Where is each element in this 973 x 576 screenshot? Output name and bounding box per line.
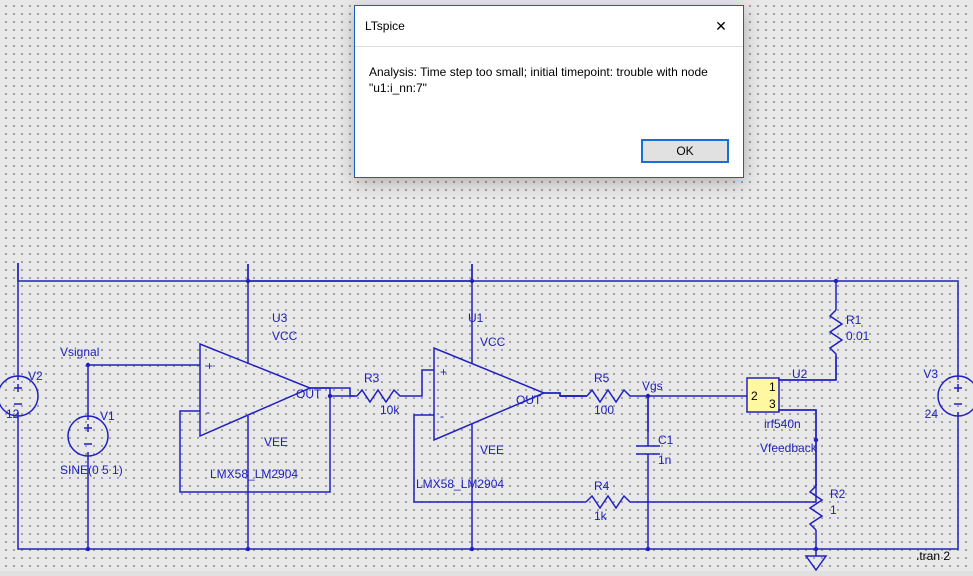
U1-out: OUT (516, 393, 542, 407)
R3-name: R3 (364, 371, 380, 385)
component-V1[interactable]: V1 SINE(0 5 1) (60, 409, 123, 477)
C1-name: C1 (658, 433, 674, 447)
C1-value: 1n (658, 453, 671, 467)
U3-vee: VEE (264, 435, 288, 449)
svg-text:+: + (206, 359, 213, 373)
R2-value: 1 (830, 503, 837, 517)
U2-name: U2 (792, 367, 808, 381)
V1-name: V1 (100, 409, 115, 423)
V2-name: V2 (28, 369, 43, 383)
U2-pin2: 2 (751, 389, 758, 403)
component-U3[interactable]: + - U3 VCC OUT VEE LMX58_LM2904 (200, 264, 322, 481)
netlabel-Vsignal[interactable]: Vsignal (60, 345, 99, 359)
V1-value: SINE(0 5 1) (60, 463, 123, 477)
dialog-titlebar[interactable]: LTspice ✕ (355, 6, 743, 47)
component-V2[interactable]: V2 12 (0, 369, 43, 421)
R5-value: 100 (594, 403, 614, 417)
U1-name: U1 (468, 311, 484, 325)
U2-model: irf540n (764, 417, 801, 431)
component-U1[interactable]: + - U1 VCC OUT VEE LMX58_LM2904 (416, 264, 544, 491)
U2-pin3: 3 (769, 397, 776, 411)
svg-text:-: - (206, 405, 210, 419)
V3-value: 24 (925, 407, 939, 421)
ok-button[interactable]: OK (641, 139, 729, 163)
R1-name: R1 (846, 313, 862, 327)
V3-name: V3 (923, 367, 938, 381)
component-R3[interactable]: R3 10k (357, 371, 402, 417)
U2-pin1: 1 (769, 380, 776, 394)
svg-text:+: + (440, 365, 447, 379)
component-C1[interactable]: C1 1n (636, 432, 674, 468)
U1-model: LMX58_LM2904 (416, 477, 504, 491)
component-U2[interactable]: 2 1 3 U2 irf540n (747, 367, 808, 431)
R2-name: R2 (830, 487, 846, 501)
close-icon[interactable]: ✕ (709, 14, 733, 38)
component-V3[interactable]: V3 24 (923, 367, 973, 421)
U3-out: OUT (296, 387, 322, 401)
dialog-title-text: LTspice (365, 19, 405, 33)
spice-directive[interactable]: .tran 2 (916, 549, 950, 563)
R3-value: 10k (380, 403, 400, 417)
R5-name: R5 (594, 371, 610, 385)
R4-value: 1k (594, 509, 608, 523)
component-R1[interactable]: R1 0.01 (830, 310, 870, 356)
dialog-footer: OK (355, 131, 743, 177)
U3-name: U3 (272, 311, 288, 325)
V2-value: 12 (6, 407, 20, 421)
netlabel-Vfeedback[interactable]: Vfeedback (760, 441, 818, 455)
U3-vcc: VCC (272, 329, 298, 343)
component-R4[interactable]: R4 1k (586, 479, 630, 523)
component-R5[interactable]: R5 100 (587, 371, 632, 417)
U3-model: LMX58_LM2904 (210, 467, 298, 481)
R1-value: 0.01 (846, 329, 870, 343)
U1-vcc: VCC (480, 335, 506, 349)
R4-name: R4 (594, 479, 610, 493)
dialog-message: Analysis: Time step too small; initial t… (355, 47, 743, 131)
error-dialog: LTspice ✕ Analysis: Time step too small;… (354, 5, 744, 178)
svg-text:-: - (440, 409, 444, 423)
netlabel-Vgs[interactable]: Vgs (642, 379, 663, 393)
U1-vee: VEE (480, 443, 504, 457)
